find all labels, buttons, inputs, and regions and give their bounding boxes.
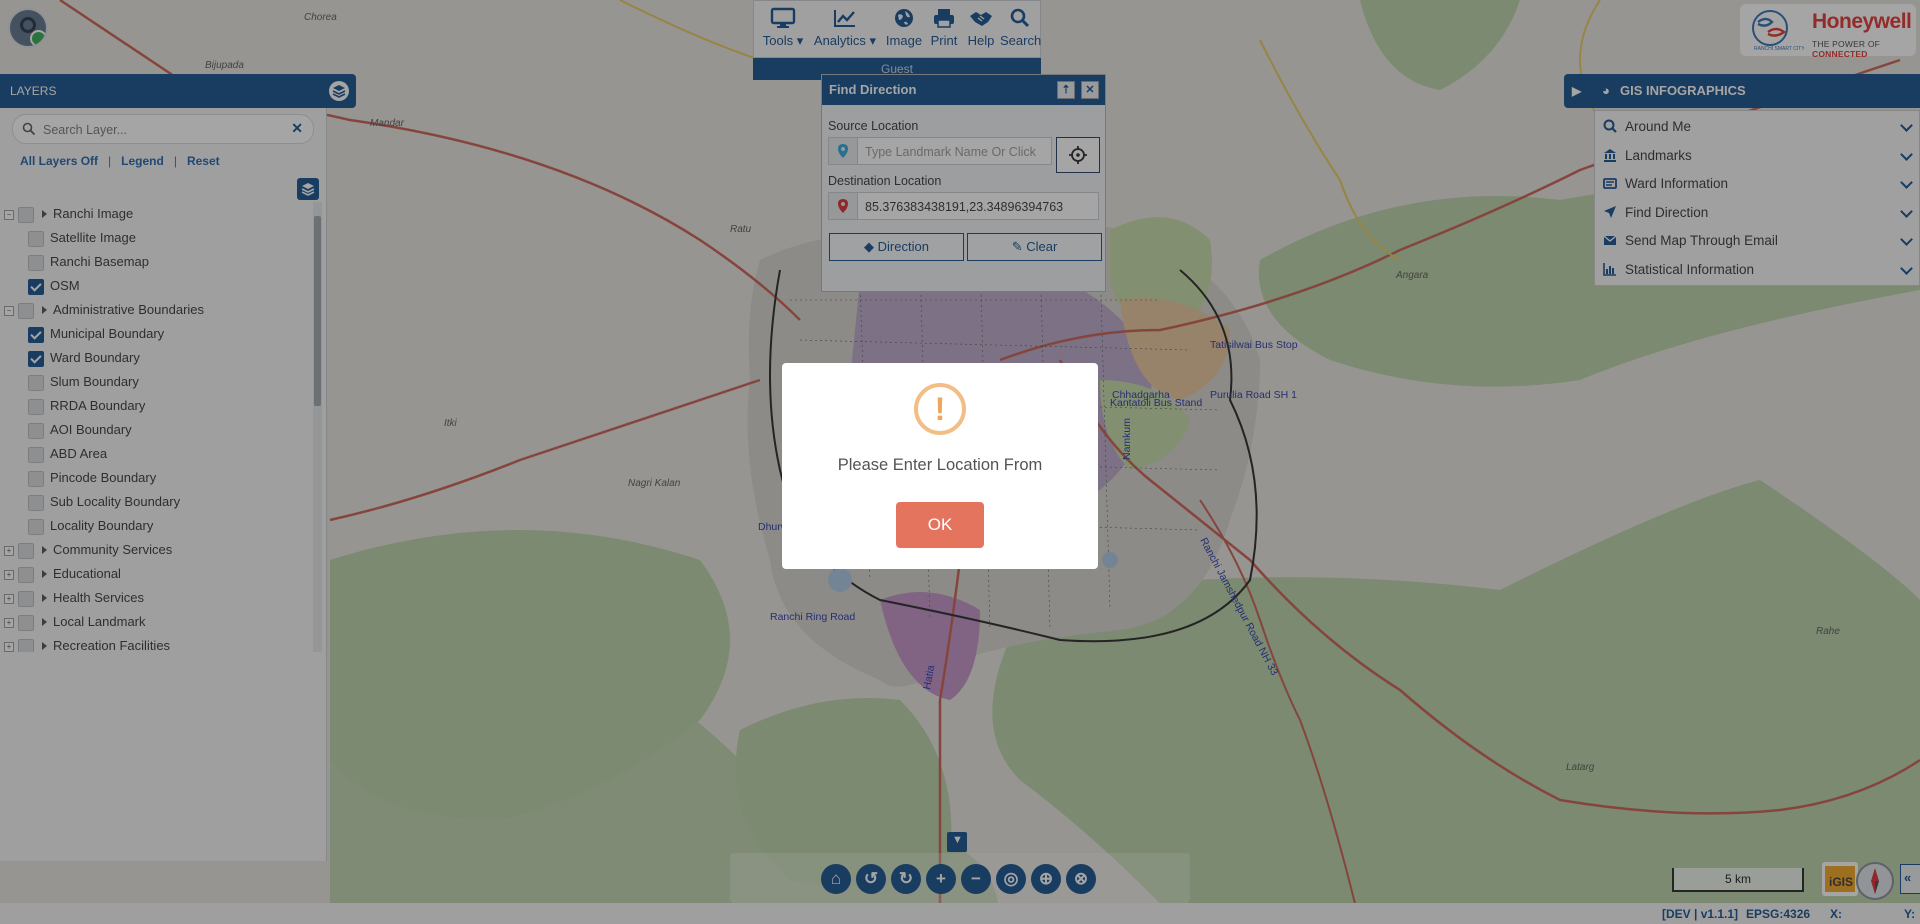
ok-button[interactable]: OK [896, 502, 984, 548]
alert-message: Please Enter Location From [837, 456, 1043, 474]
alert-dialog: ! Please Enter Location From OK [782, 363, 1098, 569]
warning-icon: ! [914, 383, 966, 435]
